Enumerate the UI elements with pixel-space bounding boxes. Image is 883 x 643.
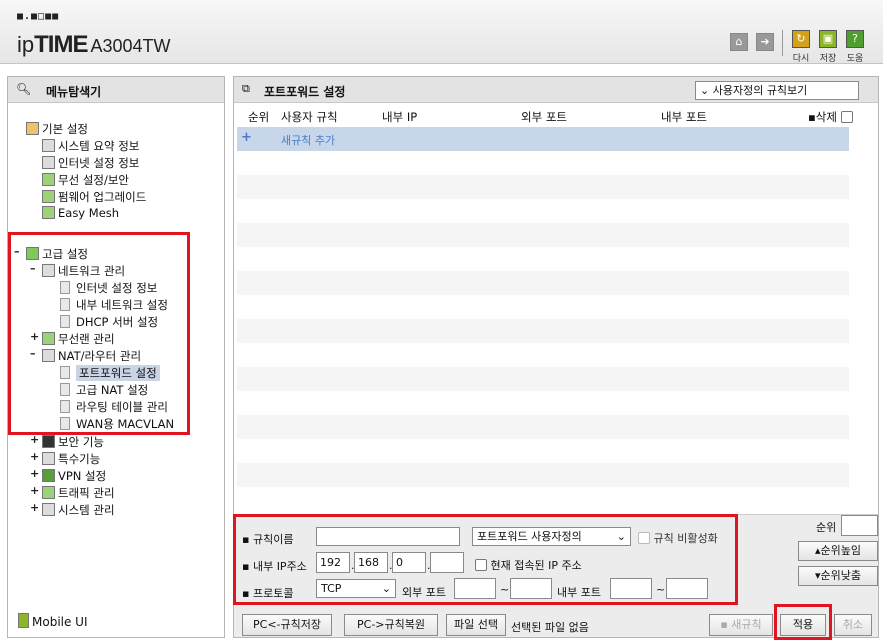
brand-bold: TIME — [34, 31, 88, 58]
empty-row — [237, 415, 849, 439]
traffic-icon — [42, 486, 55, 499]
tree-wireless-security[interactable]: 무선 설정/보안 — [42, 172, 129, 188]
tree-special-features[interactable]: 특수기능 — [42, 451, 100, 467]
add-rule-label: 새규칙 추가 — [281, 134, 336, 147]
empty-row — [237, 367, 849, 391]
empty-row — [237, 391, 849, 415]
tree-internet-settings[interactable]: 인터넷 설정 정보 — [42, 155, 139, 171]
logo-dots: ■.■□■■ — [17, 11, 60, 22]
col-internal-port: 내부 포트 — [661, 110, 707, 124]
plus-icon: + — [241, 130, 252, 145]
tree-basic-settings[interactable]: 기본 설정 — [26, 121, 88, 137]
tree-system-management[interactable]: 시스템 관리 — [42, 502, 115, 518]
special-icon — [42, 452, 55, 465]
empty-row — [237, 223, 849, 247]
computer-icon — [42, 156, 55, 169]
header-divider — [782, 30, 783, 56]
upgrade-icon — [42, 190, 55, 203]
iptime-logo: ipTIME A3004TW — [17, 31, 171, 59]
empty-row — [237, 175, 849, 199]
save-rules-to-pc-button[interactable]: PC<-규칙저장 — [242, 614, 332, 636]
highlight-box-sidebar — [8, 232, 190, 435]
empty-row — [237, 439, 849, 463]
logout-icon[interactable]: ➜ — [756, 33, 774, 51]
tree-security[interactable]: 보안 기능 — [42, 434, 104, 450]
expand-toggle-system[interactable]: + — [30, 501, 39, 514]
help-icon[interactable]: ? — [846, 30, 864, 48]
rule-view-select[interactable]: ⌄ 사용자정의 규칙보기 — [695, 81, 859, 100]
menu-explorer-title: 메뉴탐색기 — [46, 85, 102, 99]
menu-explorer-header: 🔍︎ 메뉴탐색기 — [8, 77, 224, 103]
tree-traffic[interactable]: 트래픽 관리 — [42, 485, 115, 501]
empty-row — [237, 343, 849, 367]
chart-icon — [42, 139, 55, 152]
magnifier-icon: 🔍︎ — [16, 82, 32, 96]
empty-row — [237, 271, 849, 295]
lower-priority-button[interactable]: ▾순위낮춤 — [798, 566, 878, 586]
no-file-selected: 선택된 파일 없음 — [511, 621, 589, 634]
col-priority: 순위 — [248, 110, 270, 124]
empty-row — [237, 199, 849, 223]
col-internal-ip: 내부 IP — [382, 110, 418, 124]
expand-toggle-vpn[interactable]: + — [30, 467, 39, 480]
mesh-icon — [42, 206, 55, 219]
empty-row — [237, 319, 849, 343]
mobile-ui-link[interactable]: Mobile UI — [18, 613, 88, 629]
save-label[interactable]: 저장 — [816, 51, 840, 64]
col-user-rule: 사용자 규칙 — [281, 110, 338, 124]
panel-header: ⧉ 포트포워드 설정 ⌄ 사용자정의 규칙보기 — [234, 77, 878, 103]
tree-easy-mesh[interactable]: Easy Mesh — [42, 206, 119, 220]
expand-toggle-special[interactable]: + — [30, 450, 39, 463]
copy-icon: ⧉ — [242, 82, 250, 95]
empty-row — [237, 487, 849, 511]
chart-icon — [42, 503, 55, 516]
mobile-icon — [18, 613, 29, 628]
tree-firmware-upgrade[interactable]: 펌웨어 업그레이드 — [42, 189, 146, 205]
wireless-icon — [42, 173, 55, 186]
vpn-icon — [42, 469, 55, 482]
priority-input[interactable] — [841, 515, 878, 536]
file-select-button[interactable]: 파일 선택 — [446, 614, 506, 636]
header: ■.■□■■ ipTIME A3004TW ⌂ ➜ ↻ 다시 ▣ 저장 ? 도움 — [0, 0, 883, 64]
empty-row — [237, 151, 849, 175]
empty-row — [237, 295, 849, 319]
col-external-port: 외부 포트 — [521, 110, 567, 124]
page-title: 포트포워드 설정 — [264, 85, 346, 99]
highlight-box-form — [233, 514, 738, 605]
plus-box-icon: ▪ — [720, 618, 728, 631]
cancel-button[interactable]: 취소 — [834, 614, 872, 636]
lock-icon — [42, 435, 55, 448]
new-rule-button[interactable]: ▪ 새규칙 — [709, 614, 773, 636]
save-icon[interactable]: ▣ — [819, 30, 837, 48]
help-label[interactable]: 도움 — [843, 51, 867, 64]
model-name: A3004TW — [90, 36, 171, 56]
tree-system-summary[interactable]: 시스템 요약 정보 — [42, 138, 139, 154]
add-rule-row[interactable]: + 새규칙 추가 — [237, 127, 849, 151]
tree-vpn[interactable]: VPN 설정 — [42, 468, 106, 484]
priority-label: 순위 — [816, 521, 837, 534]
empty-row — [237, 247, 849, 271]
chevron-down-icon: ⌄ — [700, 84, 710, 97]
brand-prefix: ip — [17, 32, 35, 57]
expand-toggle-traffic[interactable]: + — [30, 484, 39, 497]
folder-plus-icon — [26, 122, 39, 135]
raise-priority-button[interactable]: ▴순위높임 — [798, 541, 878, 561]
delete-all-checkbox[interactable] — [840, 111, 853, 123]
empty-row — [237, 463, 849, 487]
highlight-box-apply — [774, 604, 832, 640]
refresh-label[interactable]: 다시 — [789, 51, 813, 64]
home-icon[interactable]: ⌂ — [730, 33, 748, 51]
restore-rules-from-pc-button[interactable]: PC->규칙복원 — [344, 614, 438, 636]
refresh-icon[interactable]: ↻ — [792, 30, 810, 48]
col-delete: ▪삭제 — [808, 109, 853, 125]
